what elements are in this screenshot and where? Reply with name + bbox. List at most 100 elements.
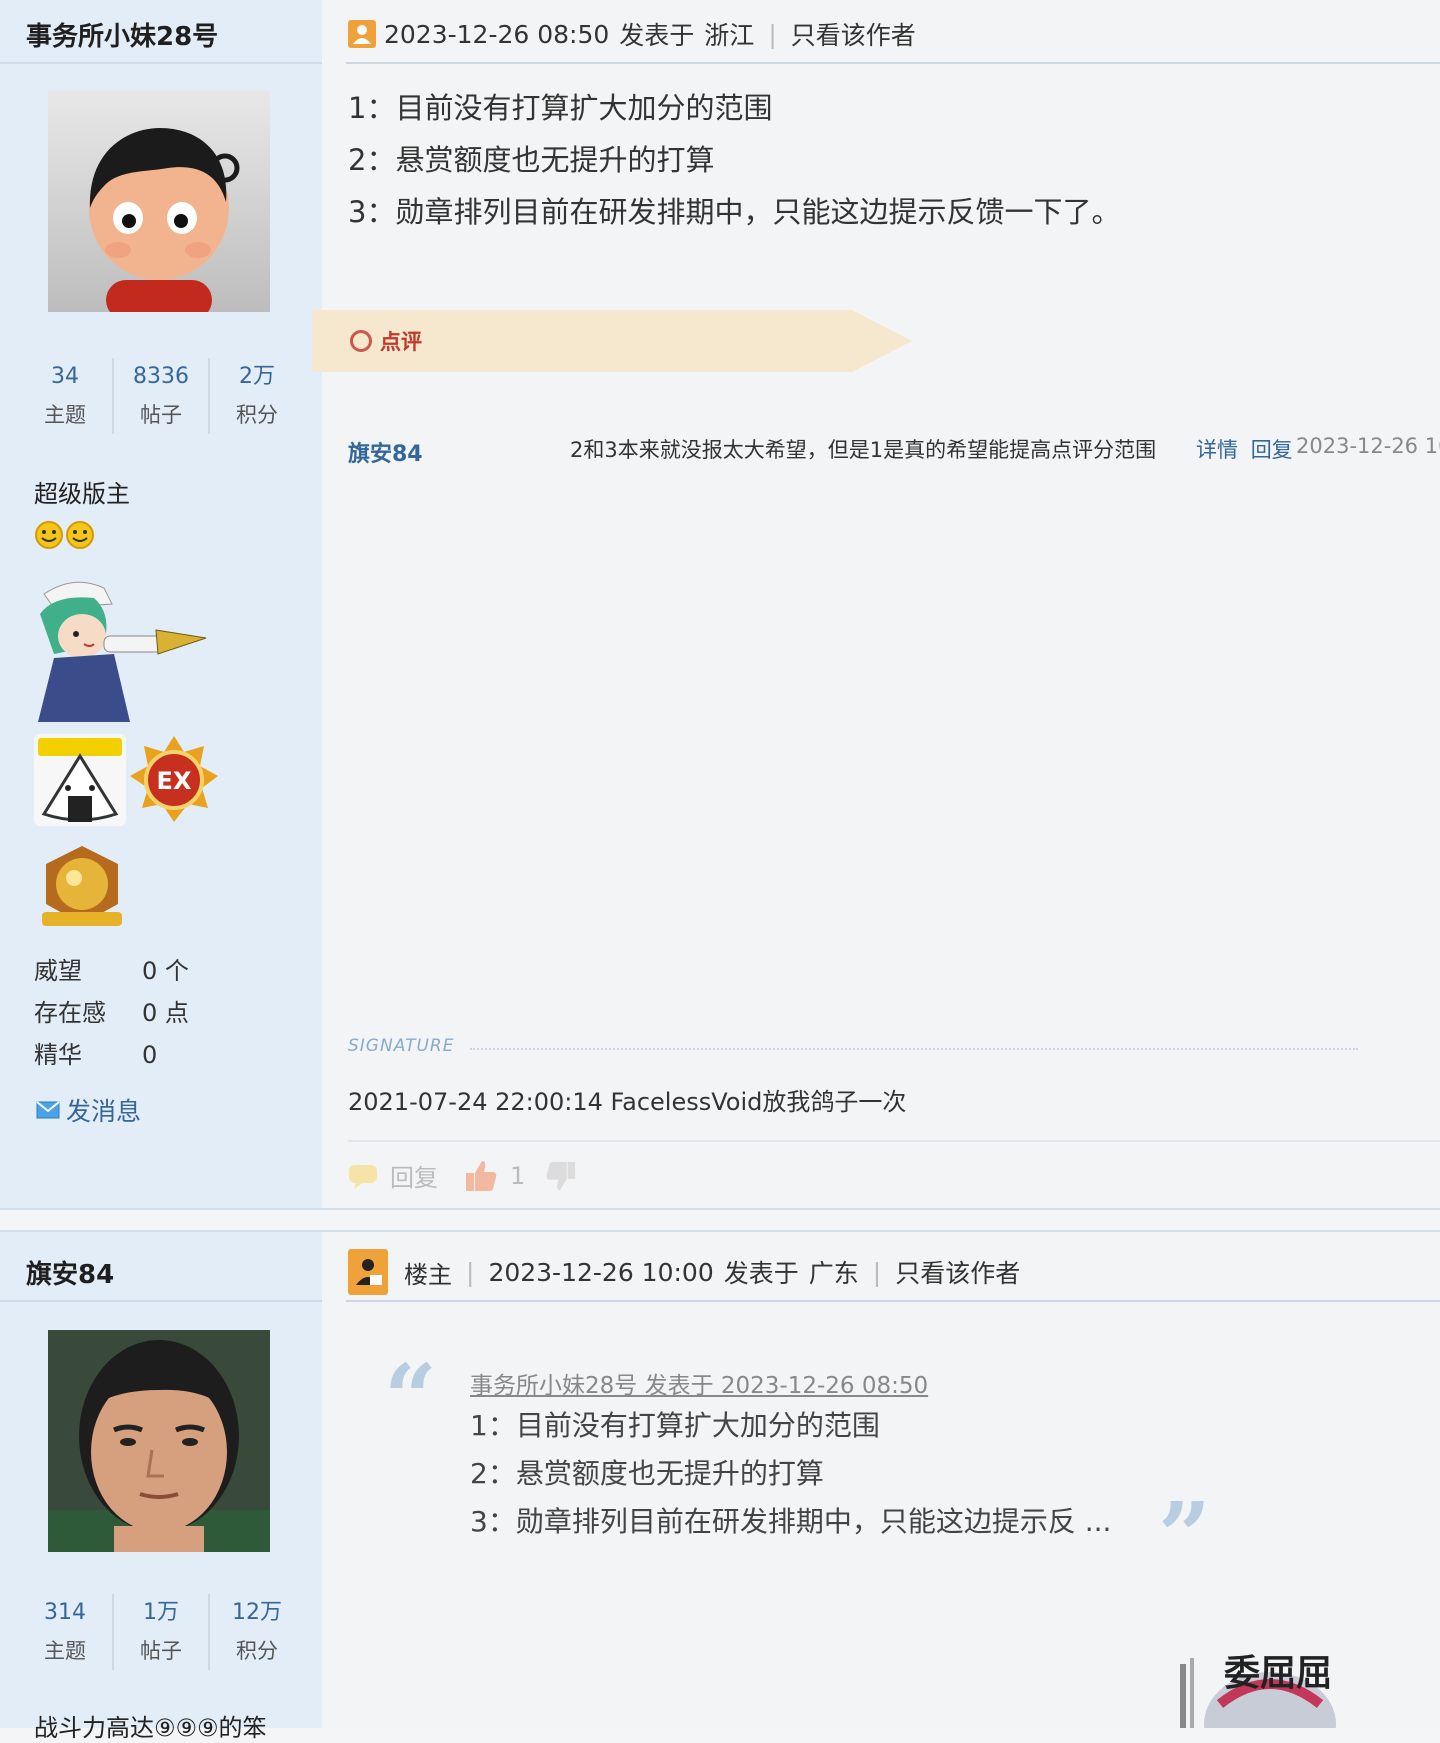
stat-label: 积分 xyxy=(236,1639,278,1663)
post1-profile-info: 威望 0 个 存在感 0 点 精华 0 xyxy=(34,950,189,1076)
post1-header: 2023-12-26 08:50 发表于 浙江 | 只看该作者 xyxy=(348,14,916,54)
post2-stats: 314 主题 1万 帖子 12万 积分 xyxy=(18,1594,304,1670)
profile-value: 0 xyxy=(142,1041,158,1069)
user-icon xyxy=(348,20,376,48)
stat-value: 12万 xyxy=(232,1600,282,1625)
floor-label: 楼主 xyxy=(404,1260,452,1289)
stat-posts[interactable]: 8336 帖子 xyxy=(114,358,210,434)
profile-row: 威望 0 个 xyxy=(34,950,189,992)
comment-links: 详情 回复 xyxy=(1196,434,1293,464)
post1-stats: 34 主题 8336 帖子 2万 积分 xyxy=(18,358,304,434)
envelope-icon xyxy=(36,1101,60,1119)
stat-label: 主题 xyxy=(44,1639,86,1663)
stat-value: 8336 xyxy=(133,364,189,389)
body-line: 1：目前没有打算扩大加分的范围 xyxy=(348,91,773,125)
posted-in-label: 发表于 xyxy=(619,21,695,50)
post1-rank[interactable]: 超级版主 xyxy=(34,474,130,509)
stat-value: 314 xyxy=(44,1600,86,1625)
post2-avatar[interactable] xyxy=(48,1330,270,1552)
profile-value: 0 点 xyxy=(142,999,189,1027)
stat-value: 2万 xyxy=(239,364,275,389)
riceball-medal-icon[interactable] xyxy=(34,734,126,826)
quote-reference-link[interactable]: 事务所小妹28号 发表于 2023-12-26 08:50 xyxy=(470,1366,928,1400)
send-message-link[interactable]: 发消息 xyxy=(36,1092,141,1128)
post-divider xyxy=(0,1208,1440,1232)
body-line: 3：勋章排列目前在研发排期中，只能这边提示反馈一下了。 xyxy=(348,195,1121,229)
reply-button[interactable]: 回复 xyxy=(390,1158,438,1193)
stat-threads[interactable]: 34 主题 xyxy=(18,358,114,434)
stat-label: 主题 xyxy=(44,403,86,427)
thumbs-up-icon[interactable] xyxy=(464,1159,498,1193)
signature-divider xyxy=(470,1048,1358,1050)
post2-header-underline xyxy=(346,1300,1440,1302)
post1-avatar[interactable] xyxy=(48,90,270,312)
quote-line: 2：悬赏额度也无提升的打算 xyxy=(470,1457,824,1490)
comment-user[interactable]: 旗安84 xyxy=(348,436,423,468)
photo-avatar-icon xyxy=(48,1330,270,1552)
stat-threads[interactable]: 314 主题 xyxy=(18,1594,114,1670)
stat-label: 帖子 xyxy=(140,403,182,427)
sticker-text: 委屈屈 xyxy=(1224,1653,1333,1694)
post-location: 广东 xyxy=(808,1259,859,1288)
dianping-label: 点评 xyxy=(380,330,422,354)
signature-bottom-line xyxy=(348,1140,1440,1142)
comment-detail-link[interactable]: 详情 xyxy=(1196,438,1238,462)
cartoon-avatar-icon xyxy=(48,90,270,312)
close-quote-icon: ” xyxy=(1158,1482,1211,1590)
header-separator: | xyxy=(466,1257,475,1287)
post-time: 2023-12-26 10:00 xyxy=(488,1257,714,1287)
stat-value: 1万 xyxy=(143,1600,179,1625)
dianping-header: 点评 xyxy=(350,326,422,356)
stat-points[interactable]: 2万 积分 xyxy=(210,358,304,434)
comment-text: 2和3本来就没报太大希望，但是1是真的希望能提高点评分范围 xyxy=(570,438,1157,462)
rank-stars-icon xyxy=(35,521,94,549)
profile-value: 0 个 xyxy=(142,957,189,985)
post1-header-underline xyxy=(346,62,1440,64)
body-line: 2：悬赏额度也无提升的打算 xyxy=(348,143,715,177)
post-time: 2023-12-26 08:50 xyxy=(384,19,610,49)
stat-points[interactable]: 12万 积分 xyxy=(210,1594,304,1670)
stat-value: 34 xyxy=(51,364,79,389)
send-message-label: 发消息 xyxy=(66,1097,142,1126)
thumbs-down-icon[interactable] xyxy=(545,1160,577,1192)
signature-text: 2021-07-24 22:00:14 FacelessVoid放我鸽子一次 xyxy=(348,1088,907,1116)
post2-header: 楼主 | 2023-12-26 10:00 发表于 广东 | 只看该作者 xyxy=(348,1249,1020,1295)
stat-label: 积分 xyxy=(236,403,278,427)
sticker-image: 委屈屈 xyxy=(1180,1644,1360,1728)
gold-hexagon-medal-icon[interactable] xyxy=(38,842,126,930)
comment-row: 旗安84 2和3本来就没报太大希望，但是1是真的希望能提高点评分范围 详情 回复… xyxy=(348,432,1440,468)
post2-username[interactable]: 旗安84 xyxy=(26,1254,114,1291)
comment-reply-link[interactable]: 回复 xyxy=(1251,438,1293,462)
floor-owner-icon xyxy=(348,1249,388,1295)
svg-text:EX: EX xyxy=(157,767,192,795)
reply-bubble-icon[interactable] xyxy=(348,1163,378,1189)
profile-row: 精华 0 xyxy=(34,1034,189,1076)
post1-username[interactable]: 事务所小妹28号 xyxy=(26,16,218,53)
header-separator: | xyxy=(872,1257,882,1287)
only-author-link[interactable]: 只看该作者 xyxy=(895,1254,1020,1290)
open-quote-icon: “ xyxy=(384,1344,437,1452)
anime-character-medal-icon[interactable] xyxy=(34,574,210,722)
posted-in-label: 发表于 xyxy=(723,1259,799,1288)
post1-body: 1：目前没有打算扩大加分的范围 2：悬赏额度也无提升的打算 3：勋章排列目前在研… xyxy=(348,82,1120,238)
comment-time: 2023-12-26 10 xyxy=(1296,434,1440,458)
quote-line: 1：目前没有打算扩大加分的范围 xyxy=(470,1409,880,1442)
ex-badge-medal-icon[interactable]: EX xyxy=(128,734,220,826)
post2-partial-text: 战斗力高达⑨⑨⑨的笨 xyxy=(34,1714,267,1742)
post2-name-divider xyxy=(0,1300,322,1302)
only-author-link[interactable]: 只看该作者 xyxy=(791,16,916,52)
quoted-text: 1：目前没有打算扩大加分的范围 2：悬赏额度也无提升的打算 3：勋章排列目前在研… xyxy=(470,1402,1111,1546)
header-separator: | xyxy=(768,19,777,49)
quote-line: 3：勋章排列目前在研发排期中，只能这边提示反 ... xyxy=(470,1505,1112,1538)
post1-actions: 回复 1 xyxy=(348,1158,577,1193)
profile-key: 精华 xyxy=(34,1041,82,1069)
stat-label: 帖子 xyxy=(140,1639,182,1663)
signature-label: SIGNATURE xyxy=(348,1036,455,1056)
post1-name-divider xyxy=(0,62,322,64)
profile-key: 威望 xyxy=(34,957,82,985)
profile-row: 存在感 0 点 xyxy=(34,992,189,1034)
stat-posts[interactable]: 1万 帖子 xyxy=(114,1594,210,1670)
circle-icon xyxy=(350,330,372,352)
post-location: 浙江 xyxy=(704,21,755,50)
like-count: 1 xyxy=(510,1161,526,1190)
